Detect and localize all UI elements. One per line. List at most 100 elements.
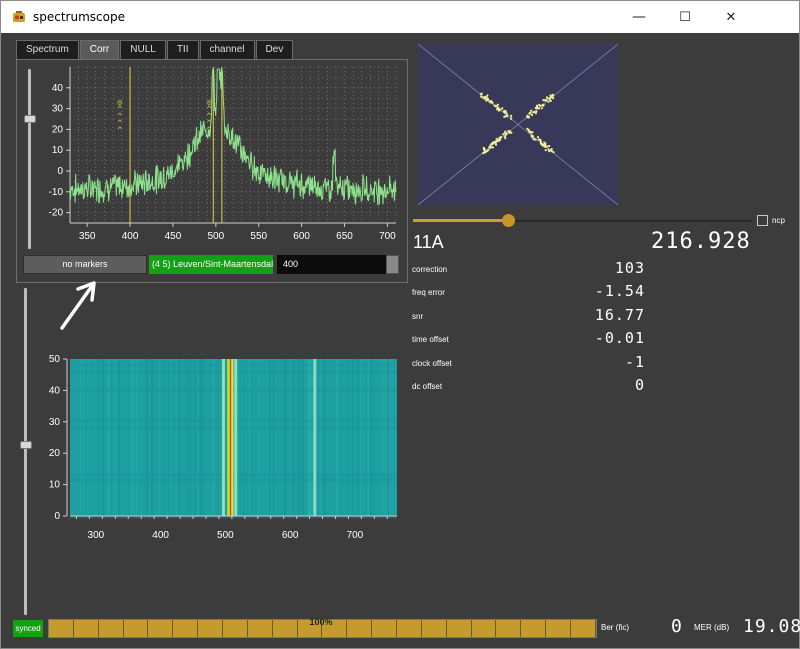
constellation-point <box>548 98 551 101</box>
constellation-point <box>480 95 483 98</box>
title-bar[interactable]: spectrumscope — ☐ ✕ <box>1 1 799 33</box>
client-area: Spectrum Corr NULL TII channel Dev 350 40… <box>1 33 800 648</box>
constellation-point <box>488 100 491 103</box>
minimize-button[interactable]: — <box>616 1 662 33</box>
stat-value-correction: 103 <box>614 259 645 277</box>
spectrum-x-tick-label: 400 <box>122 231 139 242</box>
stat-value-clock-offset: -1 <box>624 353 645 371</box>
constellation-point <box>532 111 535 114</box>
fic-quality-label: 100% <box>309 617 333 627</box>
waterfall-y-tick-label: 10 <box>49 480 61 491</box>
constellation-point <box>541 104 544 107</box>
spectrum-y-tick-label: 10 <box>52 145 64 156</box>
constellation-point <box>529 131 532 134</box>
constellation-point <box>552 151 555 154</box>
maximize-button[interactable]: ☐ <box>662 1 708 33</box>
constellation-point <box>551 93 554 96</box>
constellation-point <box>540 107 543 110</box>
ncp-label: ncp <box>772 216 785 225</box>
constellation-point <box>503 115 506 118</box>
waterfall-x-tick-label: 500 <box>217 530 234 541</box>
fic-quality-segment <box>372 620 398 637</box>
fic-quality-segment <box>397 620 422 637</box>
waterfall-y-tick-label: 50 <box>49 354 61 365</box>
spectrum-x-tick-label: 600 <box>293 231 310 242</box>
waterfall-y-tick-label: 0 <box>54 511 60 522</box>
frequency-display: 216.928 <box>651 229 751 254</box>
constellation-point <box>530 134 533 137</box>
waterfall-x-tick-label: 600 <box>282 530 299 541</box>
constellation-point <box>539 140 542 143</box>
tab-null[interactable]: NULL <box>120 40 166 59</box>
number-field-handle[interactable] <box>386 255 399 274</box>
fic-quality-segment <box>98 620 124 637</box>
constellation-point <box>530 109 533 112</box>
fic-quality-segment <box>571 620 596 637</box>
constellation-point <box>548 144 551 148</box>
constellation-point <box>526 116 529 119</box>
mer-label: MER (dB) <box>694 623 730 632</box>
constellation-point <box>496 106 499 109</box>
tab-spectrum[interactable]: Spectrum <box>16 40 79 59</box>
ncp-checkbox[interactable] <box>757 215 768 226</box>
constellation-point <box>548 150 551 153</box>
ncp-slider-handle[interactable] <box>502 214 516 227</box>
stat-value-freq-error: -1.54 <box>594 282 645 300</box>
constellation-point <box>526 127 529 130</box>
markers-button[interactable]: no markers <box>23 255 147 274</box>
spectrum-y-tick-label: 20 <box>52 124 64 135</box>
spectrum-vslider-handle[interactable] <box>24 115 36 124</box>
tab-dev[interactable]: Dev <box>255 40 294 59</box>
spectrum-y-tick-label: -10 <box>49 187 64 198</box>
tab-channel[interactable]: channel <box>199 40 255 59</box>
constellation-point <box>495 137 498 140</box>
spectrum-x-tick-label: 550 <box>250 231 267 242</box>
constellation-point <box>534 112 537 115</box>
stat-label-time-offset: time offset <box>412 335 449 344</box>
fic-quality-segment <box>546 620 572 637</box>
constellation-point <box>484 150 487 154</box>
constellation-point <box>535 104 539 107</box>
constellation-point <box>505 115 508 118</box>
spectrum-x-tick-label: 450 <box>165 231 182 242</box>
number-field[interactable]: 400 <box>277 255 386 274</box>
constellation-point <box>486 94 489 97</box>
waterfall-y-tick-label: 40 <box>49 385 61 396</box>
constellation-point <box>508 130 512 133</box>
constellation-point <box>542 99 545 102</box>
tab-tii[interactable]: TII <box>166 40 199 59</box>
tab-bar: Spectrum Corr NULL TII channel Dev <box>16 40 294 59</box>
constellation-point <box>543 141 546 144</box>
spectrum-y-tick-label: 0 <box>57 166 63 177</box>
fic-quality-segment <box>73 620 99 637</box>
spectrum-x-tick-label: 350 <box>79 231 96 242</box>
stat-value-time-offset: -0.01 <box>594 329 645 347</box>
fic-quality-segment <box>247 620 273 637</box>
stat-label-correction: correction <box>412 265 448 274</box>
constellation-point <box>482 152 485 155</box>
constellation-point <box>544 149 547 152</box>
tab-corr[interactable]: Corr <box>79 40 120 59</box>
constellation-point <box>501 107 504 110</box>
ber-value: 0 <box>671 616 683 637</box>
close-button[interactable]: ✕ <box>708 1 754 33</box>
constellation-scatter <box>418 44 618 205</box>
stat-label-snr: snr <box>412 312 424 321</box>
constellation-point <box>485 99 488 102</box>
waterfall-vslider-groove[interactable] <box>24 288 27 615</box>
constellation-point <box>545 99 548 102</box>
channel-label: 11A <box>413 232 444 252</box>
stat-label-dc-offset: dc offset <box>412 382 443 391</box>
constellation-point <box>510 114 513 117</box>
arrow-annotation <box>60 281 96 330</box>
fic-quality-segment <box>49 620 74 637</box>
spectrum-vslider-groove[interactable] <box>28 69 31 249</box>
main-window: spectrumscope — ☐ ✕ Spectrum Corr NULL T… <box>0 0 800 649</box>
fic-quality-segment <box>496 620 522 637</box>
stat-value-snr: 16.77 <box>594 306 645 324</box>
constellation-point <box>505 112 508 115</box>
constellation-point <box>488 146 491 149</box>
fic-quality-segment <box>421 620 447 637</box>
waterfall-x-tick-label: 700 <box>347 530 364 541</box>
fic-quality-segment <box>471 620 497 637</box>
